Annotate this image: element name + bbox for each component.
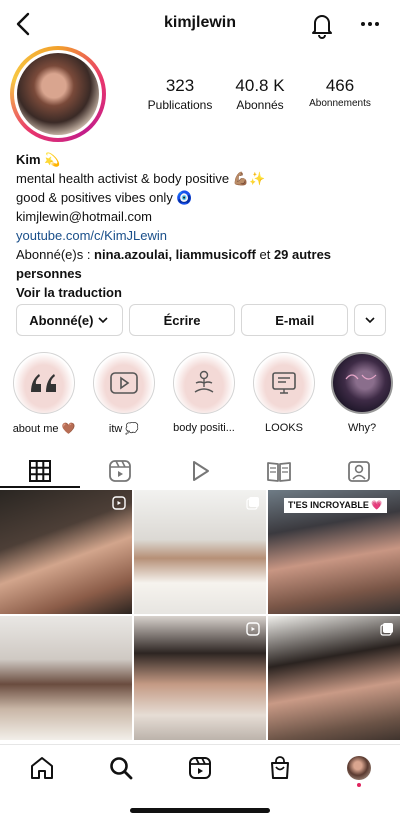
stat-following[interactable]: 466 Abonnements: [300, 76, 380, 112]
profile-stats: 323 Publications 40.8 K Abonnés 466 Abon…: [140, 76, 380, 112]
stat-value: 323: [165, 76, 195, 95]
profile-bio: Kim 💫 mental health activist & body posi…: [16, 150, 386, 302]
bio-line: good & positives vibes only 🧿: [16, 190, 193, 205]
reels-icon: [246, 622, 260, 636]
post-thumbnail[interactable]: [134, 616, 266, 740]
meditation-icon: [194, 370, 214, 393]
chevron-down-icon: [98, 317, 109, 324]
suggestions-button[interactable]: [354, 304, 387, 336]
profile-name: Kim 💫: [16, 152, 61, 167]
carousel-icon: [246, 497, 259, 510]
post-thumbnail[interactable]: T'ES INCROYABLE 💗: [268, 490, 400, 614]
bio-line: mental health activist & body positive 💪…: [16, 171, 266, 186]
grid-icon[interactable]: [27, 458, 53, 484]
following-label: Abonné(e): [29, 312, 94, 328]
highlight-item[interactable]: Why?: [322, 352, 400, 434]
stat-value: 40.8 K: [235, 76, 285, 95]
posts-grid: T'ES INCROYABLE 💗: [0, 490, 400, 742]
guides-icon[interactable]: [266, 458, 292, 484]
highlight-label: body positi...: [173, 422, 235, 434]
profile-avatar-nav[interactable]: [347, 756, 371, 780]
stat-followers[interactable]: 40.8 K Abonnés: [220, 76, 300, 112]
highlight-item[interactable]: LOOKS: [244, 352, 324, 434]
top-bar: kimjlewin: [0, 0, 400, 48]
post-thumbnail[interactable]: [0, 616, 132, 740]
followed-names: nina.azoulai, liammusicoff: [94, 247, 256, 262]
translate-link[interactable]: Voir la traduction: [16, 283, 386, 302]
followed-mid: et: [255, 247, 274, 262]
message-button[interactable]: Écrire: [128, 304, 236, 336]
bio-website-link[interactable]: youtube.com/c/KimJLewin: [16, 226, 386, 245]
tagged-icon[interactable]: [346, 458, 372, 484]
photo-thumbnail: [345, 374, 377, 380]
home-indicator: [130, 808, 270, 813]
video-icon[interactable]: [187, 458, 213, 484]
highlight-label: Why?: [347, 422, 377, 434]
reels-icon[interactable]: [107, 458, 133, 484]
play-icon: [110, 372, 138, 394]
bio-email[interactable]: kimjlewin@hotmail.com: [16, 207, 386, 226]
content-tabs: [0, 450, 400, 490]
profile-username: kimjlewin: [163, 14, 237, 31]
profile-avatar[interactable]: [10, 46, 106, 142]
highlight-label: LOOKS: [265, 422, 303, 434]
more-options-icon[interactable]: [356, 12, 384, 36]
reels-icon[interactable]: [187, 755, 213, 781]
stat-publications[interactable]: 323 Publications: [140, 76, 220, 112]
stat-label: Abonnés: [236, 98, 284, 112]
email-button[interactable]: E-mail: [241, 304, 349, 336]
stat-label: Publications: [147, 98, 213, 112]
reels-icon: [112, 496, 126, 510]
home-icon[interactable]: [29, 755, 55, 781]
post-thumbnail[interactable]: [268, 616, 400, 740]
followed-by[interactable]: Abonné(e)s : nina.azoulai, liammusicoff …: [16, 245, 386, 283]
profile-actions: Abonné(e) Écrire E-mail: [16, 304, 387, 336]
search-icon[interactable]: [108, 755, 134, 781]
chevron-down-icon: [365, 317, 375, 324]
post-thumbnail[interactable]: [0, 490, 132, 614]
highlight-label: about me 🤎: [12, 423, 76, 435]
post-overlay-text: T'ES INCROYABLE 💗: [284, 498, 387, 513]
following-button[interactable]: Abonné(e): [16, 304, 123, 336]
post-thumbnail[interactable]: [134, 490, 266, 614]
carousel-icon: [380, 623, 393, 636]
highlight-item[interactable]: itw 💭: [84, 352, 164, 435]
story-highlights: about me 🤎 itw 💭 body positi... LOOKS Wh…: [0, 352, 400, 436]
shop-icon[interactable]: [267, 755, 293, 781]
bottom-nav: [0, 744, 400, 794]
highlight-item[interactable]: body positi...: [164, 352, 244, 434]
stat-value: 466: [325, 76, 355, 95]
followed-prefix: Abonné(e)s :: [16, 247, 95, 262]
quote-icon: [31, 374, 56, 392]
notification-dot: [357, 783, 361, 787]
tv-icon: [272, 372, 296, 394]
highlight-item[interactable]: about me 🤎: [4, 352, 84, 435]
active-tab-indicator: [0, 486, 80, 488]
stat-label: Abonnements: [309, 98, 371, 109]
highlight-label: itw 💭: [108, 423, 140, 435]
bell-icon[interactable]: [308, 10, 336, 40]
avatar-photo: [17, 53, 99, 135]
